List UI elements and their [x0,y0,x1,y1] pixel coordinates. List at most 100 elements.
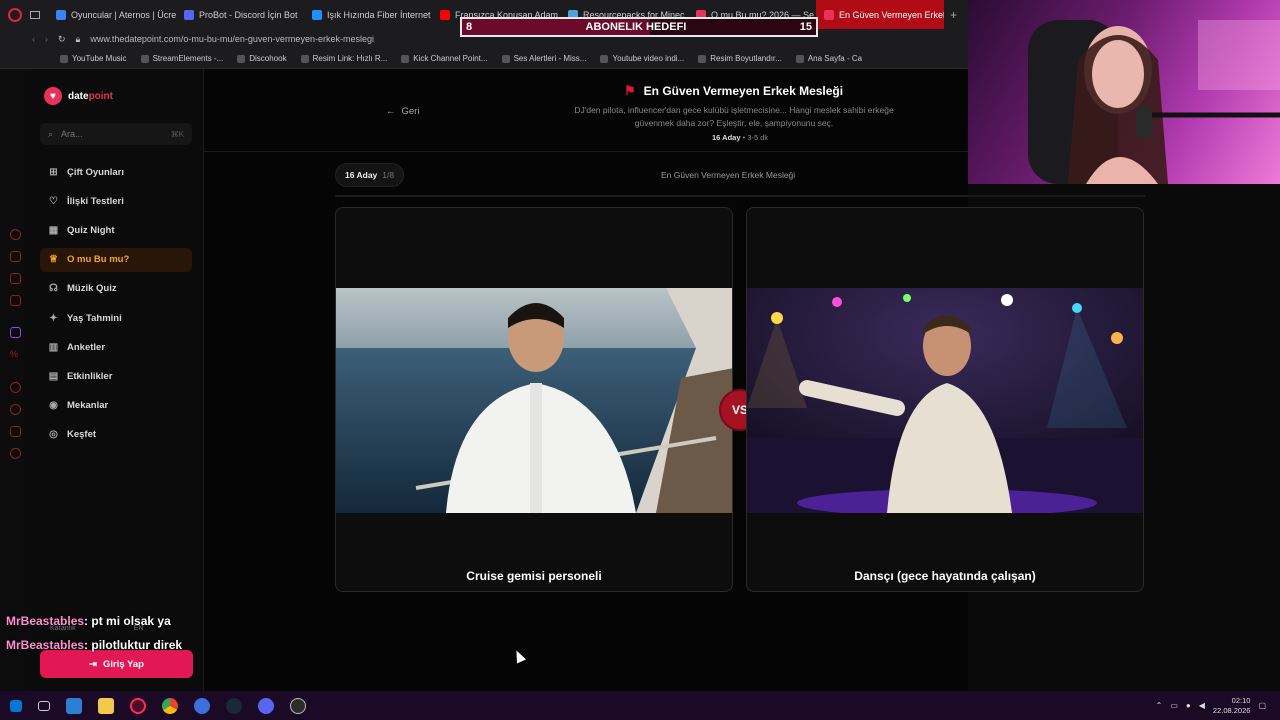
sidebar-item[interactable]: ✦ Yaş Tahmini [40,306,192,330]
search-icon: ⌕ [48,128,54,139]
sidebar-item[interactable]: ▤ Etkinlikler [40,364,192,388]
sidepanel-bag-icon[interactable] [10,251,21,262]
sidebar-item-label: Mekanlar [67,400,109,412]
sidebar-item[interactable]: ⊞ Çift Oyunları [40,160,192,184]
sub-goal-label: ABONELIK HEDEFI [585,21,687,33]
option-card-left[interactable]: Cruise gemisi personeli [335,207,733,592]
bookmark-favicon-icon [600,54,609,63]
sparkle-icon: ✦ [49,312,58,324]
sidebar-item[interactable]: ☊ Müzik Quiz [40,277,192,301]
sidepanel-notes-icon[interactable] [10,426,21,437]
url-field[interactable]: www.thedatepoint.com/o-mu-bu-mu/en-guven… [90,34,374,44]
search-placeholder: Ara... [61,129,83,139]
flag-icon: ⚑ [624,83,636,98]
sidebar-item[interactable]: ♕ O mu Bu mu? [40,247,192,272]
subscription-goal-bar: 8 ABONELIK HEDEFI 15 [460,17,818,37]
sidepanel-history-icon[interactable] [10,404,21,415]
option-card-right[interactable]: Dansçı (gece hayatında çalışan) [746,207,1144,592]
chrome-icon[interactable] [162,697,178,714]
back-button[interactable]: ← Geri [386,106,419,117]
obs-icon[interactable] [290,697,306,714]
reload-icon[interactable]: ↻ [58,34,66,45]
chat-text-2: : pilotluktur direk [84,638,183,652]
bookmark-item[interactable]: Ses Alertleri - Miss... [501,54,586,63]
workspace-icon[interactable] [30,10,40,19]
tab-favicon-icon [184,9,194,20]
bookmark-item[interactable]: Discohook [237,54,287,63]
login-button[interactable]: ⇥ Giriş Yap [40,650,193,678]
bookmark-item[interactable]: Youtube video indi... [600,54,684,63]
search-input[interactable]: ⌕ Ara... ⌘K [40,123,192,145]
grid-icon: ▦ [48,224,59,236]
sidebar-item[interactable]: ♡ İlişki Testleri [40,189,192,213]
task-view-icon[interactable] [38,700,50,711]
sidebar-item[interactable]: ◎ Keşfet [40,423,192,447]
volume-icon[interactable]: ◀ [1199,701,1205,710]
tab-favicon-icon [56,9,66,20]
bar-chart-icon: ▥ [48,341,59,353]
forward-arrow-icon[interactable]: › [45,34,48,44]
new-tab-icon[interactable]: + [950,8,957,22]
back-label: Geri [401,106,420,117]
bookmark-item[interactable]: YouTube Music [60,54,127,63]
notification-icon[interactable]: ▢ [1258,701,1266,710]
sidepanel-speed-dial-icon[interactable] [10,229,21,240]
sidebar-item-label: Çift Oyunları [67,166,125,178]
main-content: ← Geri ⚑ En Güven Vermeyen Erkek Mesleği… [204,69,1145,691]
bookmark-item[interactable]: Ana Sayfa - Ca [795,54,862,63]
browser-tab[interactable]: Işık Hızında Fiber İnternet [304,0,432,29]
chevron-up-icon[interactable]: ⌃ [1156,701,1163,710]
tab-favicon-icon [312,9,322,20]
sidebar-item-label: Keşfet [67,429,97,441]
bookmark-favicon-icon [401,54,410,63]
pin-icon: ◉ [49,400,58,412]
opera-gx-icon[interactable] [130,697,146,714]
browser-tab[interactable]: Oyuncular | Aternos | Ücre [48,0,176,29]
bookmark-item[interactable]: Resim Link: Hızlı R... [300,54,387,63]
sidepanel-messenger-icon[interactable] [10,273,21,284]
browser-tab[interactable]: ProBot - Discord İçin Bot [176,0,304,29]
clock[interactable]: 02:10 22.08.2026 [1213,696,1251,716]
brand-logo[interactable]: ♥ datepoint [44,87,113,105]
discord-icon[interactable] [258,697,274,714]
page-description: DJ'den pilota, influencer'dan gece kulüb… [574,105,894,128]
page-meta: 16 Aday • 3-5 dk [712,133,768,142]
browser-tab[interactable]: En Güven Vermeyen Erkek [816,0,944,29]
meta-count: 16 Aday [712,133,741,142]
steam-icon[interactable] [226,697,242,714]
meta-time: 3-5 dk [747,133,769,142]
sidebar-item[interactable]: ▦ Quiz Night [40,218,192,242]
sidebar-item[interactable]: ▥ Anketler [40,335,192,359]
sidepanel-twitch-icon[interactable] [10,327,21,338]
app-sidebar: ♥ datepoint ⌕ Ara... ⌘K ⊞ Çift Oyunları ♡ İ… [30,69,204,691]
opera-logo-icon[interactable] [8,7,22,22]
dancer-image [747,288,1143,513]
sidebar-item-label: İlişki Testleri [67,195,124,207]
sidepanel-player-icon[interactable] [10,382,21,393]
bookmark-item[interactable]: Resim Boyutlandır... [698,54,782,63]
sidepanel-settings-icon[interactable] [10,448,21,459]
back-arrow-icon[interactable]: ‹ [32,34,35,44]
sidebar-item[interactable]: ◉ Mekanlar [40,394,192,418]
bookmark-item[interactable]: Kick Channel Point... [401,54,488,63]
bookmark-label: Youtube video indi... [612,54,685,63]
lock-icon[interactable]: 🔒︎ [76,34,81,45]
network-icon[interactable]: ▭ [1170,701,1178,710]
sidepanel-ai-icon[interactable] [10,295,21,306]
streamer-webcam-image [1028,20,1280,184]
app-icon-blue[interactable] [194,697,210,714]
bookmark-label: Kick Channel Point... [413,54,488,63]
visual-studio-icon[interactable] [66,697,82,714]
round-badge: 16 Aday 1/8 [335,163,405,187]
windows-start-icon[interactable] [10,699,22,712]
file-explorer-icon[interactable] [98,697,114,714]
tab-label: ProBot - Discord İçin Bot [199,9,298,20]
microphone-icon[interactable]: ● [1186,701,1191,710]
clock-time: 02:10 [1231,695,1251,705]
option-right-label: Dansçı (gece hayatında çalışan) [854,569,1036,583]
bookmark-item[interactable]: StreamElements -... [140,54,223,63]
sidepanel-percent-icon[interactable]: % [10,349,21,360]
windows-taskbar: ⌃ ▭ ● ◀ 02:10 22.08.2026 ▢ [0,691,1280,720]
bookmark-label: Resim Boyutlandır... [710,54,782,63]
brand-date: date [68,90,89,102]
